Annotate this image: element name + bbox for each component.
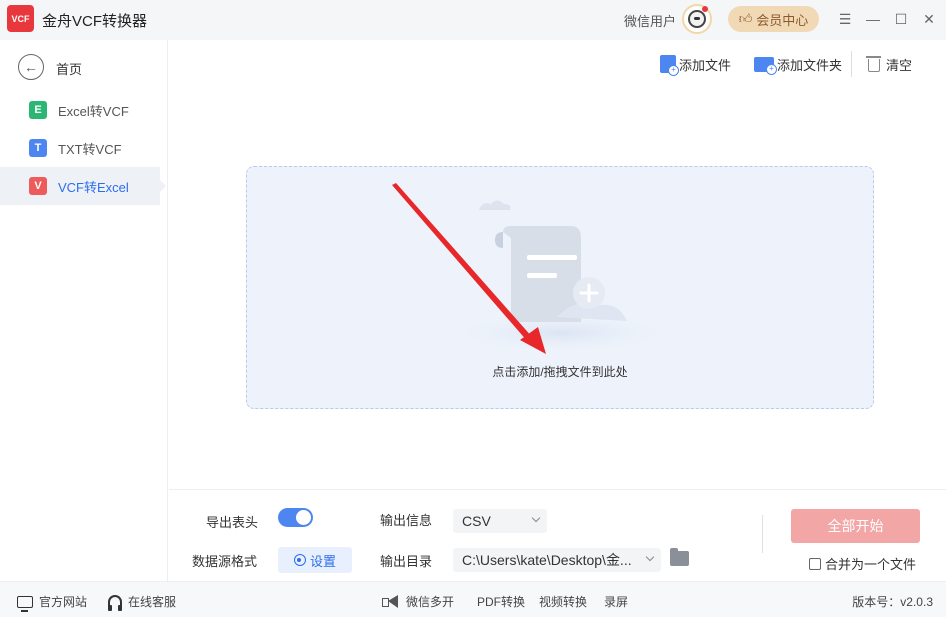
minimize-icon[interactable]: — xyxy=(862,8,884,30)
chevron-down-icon xyxy=(531,513,541,523)
sidebar-item-vcf-to-excel[interactable]: V VCF转Excel xyxy=(0,167,166,205)
vip-center-button[interactable]: 👍︎ 会员中心 xyxy=(728,6,819,32)
official-website-label: 官方网站 xyxy=(39,595,88,609)
source-format-label: 数据源格式 xyxy=(192,554,258,569)
username[interactable]: 微信用户 xyxy=(624,11,676,30)
thumbs-up-icon: 👍︎ xyxy=(738,11,753,26)
wechat-multi-label: 微信多开 xyxy=(406,595,455,609)
title-bar: VCF 金舟VCF转换器 微信用户 👍︎ 会员中心 ☰ — ☐ ✕ xyxy=(0,0,946,40)
start-all-button[interactable]: 全部开始 xyxy=(791,509,920,543)
active-indicator xyxy=(160,180,166,192)
add-file-label: 添加文件 xyxy=(679,57,732,73)
export-header-toggle[interactable] xyxy=(278,508,313,527)
chevron-down-icon xyxy=(645,552,655,562)
output-dir-select[interactable]: C:\Users\kate\Desktop\金... xyxy=(453,548,661,572)
sidebar-item-home[interactable]: ← 首页 xyxy=(0,54,168,84)
output-info-label: 输出信息 xyxy=(380,513,433,528)
panda-avatar-icon xyxy=(688,10,706,28)
txt-icon: T xyxy=(29,139,47,157)
options-divider xyxy=(762,515,763,553)
add-folder-label: 添加文件夹 xyxy=(777,57,843,73)
app-logo: VCF xyxy=(7,5,34,32)
add-folder-icon xyxy=(754,56,777,75)
maximize-icon[interactable]: ☐ xyxy=(890,8,912,30)
add-file-icon xyxy=(660,55,679,76)
sidebar-item-label: VCF转Excel xyxy=(58,179,129,195)
sidebar-item-excel-to-vcf[interactable]: E Excel转VCF xyxy=(0,91,160,129)
wechat-multi-link[interactable]: 微信多开 xyxy=(382,593,454,610)
online-support-link[interactable]: 在线客服 xyxy=(108,593,177,611)
sidebar-item-txt-to-vcf[interactable]: T TXT转VCF xyxy=(0,129,160,167)
clear-label: 清空 xyxy=(886,57,913,73)
drop-zone-hint: 点击添加/拖拽文件到此处 xyxy=(492,365,628,379)
screen-record-link[interactable]: 录屏 xyxy=(604,593,628,610)
export-header-label: 导出表头 xyxy=(206,515,259,530)
toolbar-divider xyxy=(851,51,852,77)
sidebar-item-label: TXT转VCF xyxy=(58,141,122,157)
clear-button[interactable]: 清空 xyxy=(866,53,913,75)
megaphone-icon xyxy=(382,595,400,608)
video-convert-link[interactable]: 视频转换 xyxy=(539,593,587,610)
footer: 官方网站 在线客服 微信多开 PDF转换 视频转换 录屏 版本号：v2.0.3 xyxy=(0,581,946,617)
sidebar-item-label: 首页 xyxy=(56,62,83,77)
monitor-icon xyxy=(17,595,33,612)
vcf-icon: V xyxy=(29,177,47,195)
gear-icon xyxy=(293,554,306,566)
pdf-convert-link[interactable]: PDF转换 xyxy=(477,593,525,610)
avatar[interactable] xyxy=(682,4,712,34)
settings-button[interactable]: 设置 xyxy=(278,547,352,573)
back-arrow-icon: ← xyxy=(18,54,44,80)
version-label: 版本号：v2.0.3 xyxy=(852,595,933,609)
settings-label: 设置 xyxy=(309,553,336,569)
merge-checkbox[interactable] xyxy=(809,557,821,570)
file-drop-zone[interactable]: 点击添加/拖拽文件到此处 xyxy=(246,166,874,409)
browse-folder-icon[interactable] xyxy=(670,548,689,566)
merge-files-option[interactable]: 合并为一个文件 xyxy=(809,554,916,573)
output-format-select[interactable]: CSV xyxy=(453,509,547,533)
output-dir-label: 输出目录 xyxy=(380,554,433,569)
sidebar: ← 首页 E Excel转VCF T TXT转VCF V VCF转Excel xyxy=(0,40,168,581)
close-icon[interactable]: ✕ xyxy=(918,8,940,30)
official-website-link[interactable]: 官方网站 xyxy=(17,593,88,612)
app-title: 金舟VCF转换器 xyxy=(42,13,148,30)
merge-label: 合并为一个文件 xyxy=(825,557,917,572)
online-support-label: 在线客服 xyxy=(128,595,177,609)
vip-center-label: 会员中心 xyxy=(756,12,809,28)
headset-icon xyxy=(108,595,122,611)
add-file-button[interactable]: 添加文件 xyxy=(660,53,732,76)
trash-icon xyxy=(866,56,881,72)
output-dir-value: C:\Users\kate\Desktop\金... xyxy=(462,552,632,568)
notification-dot xyxy=(702,6,708,12)
excel-icon: E xyxy=(29,101,47,119)
menu-icon[interactable]: ☰ xyxy=(834,8,856,30)
sidebar-item-label: Excel转VCF xyxy=(58,103,129,119)
add-folder-button[interactable]: 添加文件夹 xyxy=(754,53,842,75)
output-format-value: CSV xyxy=(462,513,491,529)
